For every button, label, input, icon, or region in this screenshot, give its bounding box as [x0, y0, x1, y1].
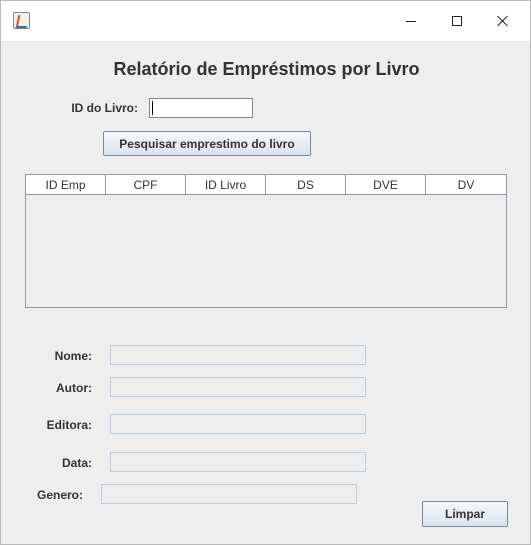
search-loans-button[interactable]: Pesquisar emprestimo do livro — [103, 131, 311, 156]
column-header-dve[interactable]: DVE — [346, 175, 426, 195]
close-icon — [497, 15, 509, 27]
nome-label: Nome: — [54, 349, 92, 363]
data-label: Data: — [61, 456, 92, 470]
table-body[interactable] — [26, 195, 506, 307]
minimize-icon — [406, 20, 416, 22]
column-header-cpf[interactable]: CPF — [106, 175, 186, 195]
table-header: ID Emp CPF ID Livro DS DVE DV — [26, 175, 506, 195]
maximize-icon — [452, 16, 462, 26]
java-app-icon — [13, 12, 30, 29]
book-id-input[interactable] — [149, 98, 253, 118]
app-window: Relatório de Empréstimos por Livro ID do… — [0, 0, 531, 545]
editora-field — [110, 414, 366, 434]
maximize-button[interactable] — [434, 1, 480, 41]
autor-field — [110, 377, 366, 397]
editora-label: Editora: — [46, 418, 92, 432]
nome-field — [110, 345, 366, 365]
column-header-dv[interactable]: DV — [426, 175, 506, 195]
clear-button[interactable]: Limpar — [422, 501, 508, 527]
text-caret — [152, 101, 153, 115]
genero-label: Genero: — [36, 488, 83, 502]
loans-table[interactable]: ID Emp CPF ID Livro DS DVE DV — [25, 174, 507, 308]
autor-label: Autor: — [56, 381, 92, 395]
title-bar — [1, 1, 530, 41]
column-header-id-livro[interactable]: ID Livro — [186, 175, 266, 195]
close-button[interactable] — [480, 1, 526, 41]
column-header-id-emp[interactable]: ID Emp — [26, 175, 106, 195]
column-header-ds[interactable]: DS — [266, 175, 346, 195]
data-field — [110, 452, 366, 472]
genero-field — [101, 484, 357, 504]
book-id-label: ID do Livro: — [71, 101, 138, 115]
minimize-button[interactable] — [388, 1, 434, 41]
page-title: Relatório de Empréstimos por Livro — [113, 59, 420, 79]
